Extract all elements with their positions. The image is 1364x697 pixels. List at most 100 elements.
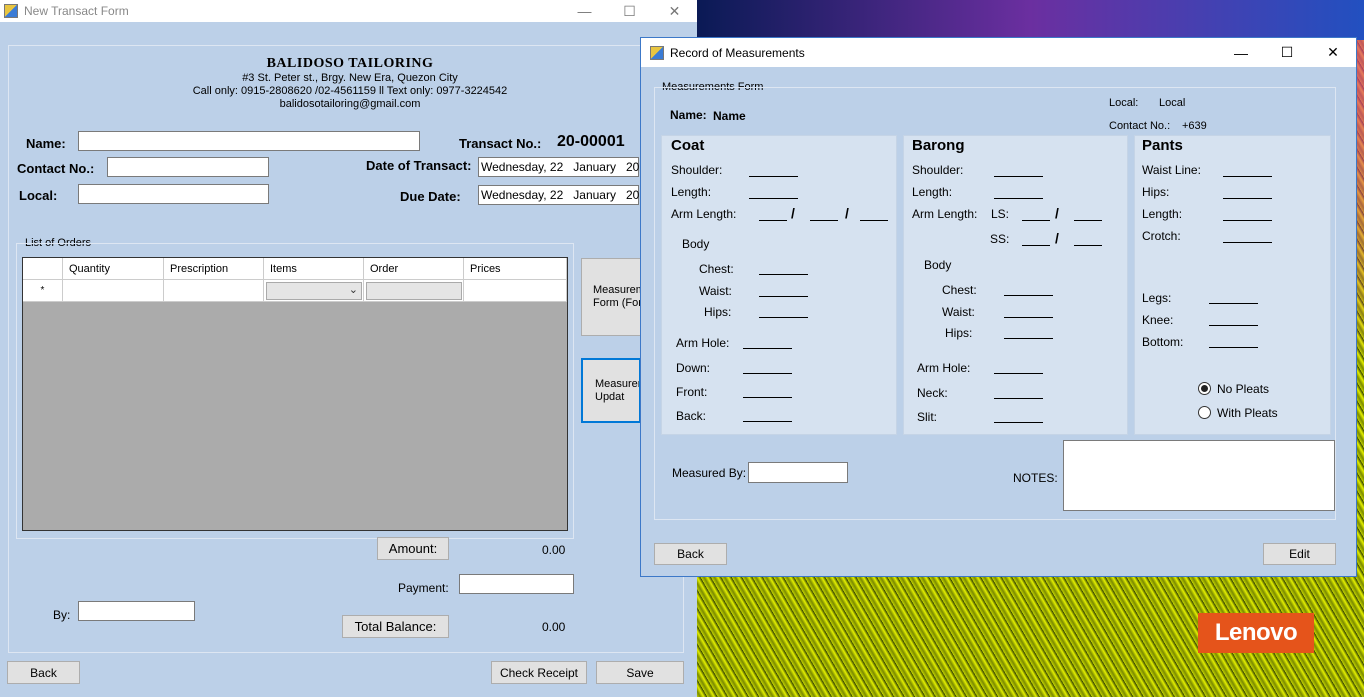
barong-neck-field[interactable]	[994, 398, 1043, 399]
maximize-icon[interactable]: ☐	[607, 0, 652, 22]
coat-waist-field[interactable]	[759, 296, 808, 297]
by-input[interactable]	[78, 601, 195, 621]
coat-hips-field[interactable]	[759, 317, 808, 318]
amount-button[interactable]: Amount:	[377, 537, 449, 560]
lenovo-logo: Lenovo	[1198, 613, 1314, 653]
minimize-icon[interactable]: —	[1218, 38, 1264, 67]
measured-by-input[interactable]	[748, 462, 848, 483]
chevron-down-icon: ⌄	[348, 284, 358, 296]
pants-length-field[interactable]	[1223, 220, 1272, 221]
coat-shoulder-field[interactable]	[749, 176, 798, 177]
coat-back-field[interactable]	[743, 421, 792, 422]
barong-ss-field-2[interactable]	[1074, 245, 1102, 246]
notes-textarea[interactable]	[1063, 440, 1335, 511]
barong-hips-field[interactable]	[1004, 338, 1053, 339]
local-value: Local	[1159, 97, 1186, 109]
app-icon	[4, 4, 18, 18]
pants-bottom-field[interactable]	[1209, 347, 1258, 348]
back-button[interactable]: Back	[7, 661, 80, 684]
cell-prices[interactable]	[464, 280, 567, 302]
barong-chest-field[interactable]	[1004, 295, 1053, 296]
coat-down-field[interactable]	[743, 373, 792, 374]
barong-waist-label: Waist:	[942, 305, 975, 319]
coat-arm-length-field-2[interactable]	[810, 220, 838, 221]
coat-length-label: Length:	[671, 185, 712, 199]
no-pleats-label: No Pleats	[1217, 382, 1270, 396]
check-receipt-button[interactable]: Check Receipt	[491, 661, 587, 684]
pants-crotch-field[interactable]	[1223, 242, 1272, 243]
desktop-wallpaper-band	[697, 0, 1364, 40]
shop-email: balidosotailoring@gmail.com	[279, 98, 421, 110]
measurement-form-button[interactable]: Measurem Form (For	[581, 258, 641, 336]
due-date-picker[interactable]: Wednesday, 22 January 2020	[478, 185, 653, 205]
back-button[interactable]: Back	[654, 543, 727, 565]
coat-chest-label: Chest:	[699, 262, 734, 276]
grid-col-items[interactable]: Items	[264, 258, 364, 280]
pants-crotch-label: Crotch:	[1142, 229, 1181, 243]
coat-chest-field[interactable]	[759, 274, 808, 275]
pants-waist-line-label: Waist Line:	[1142, 163, 1201, 177]
grid-col-order[interactable]: Order	[364, 258, 464, 280]
payment-input[interactable]	[459, 574, 574, 594]
barong-ss-field-1[interactable]	[1022, 245, 1050, 246]
shop-name: BALIDOSO TAILORING	[266, 56, 434, 71]
coat-length-field[interactable]	[749, 198, 798, 199]
pants-hips-field[interactable]	[1223, 198, 1272, 199]
slash-separator: /	[791, 205, 795, 221]
grid-col-prescription[interactable]: Prescription	[164, 258, 264, 280]
no-pleats-radio[interactable]	[1198, 382, 1211, 395]
barong-neck-label: Neck:	[917, 386, 948, 400]
barong-shoulder-field[interactable]	[994, 176, 1043, 177]
cell-prescription[interactable]	[164, 280, 264, 302]
barong-hips-label: Hips:	[945, 326, 973, 340]
maximize-icon[interactable]: ☐	[1264, 38, 1310, 67]
coat-arm-hole-field[interactable]	[743, 348, 792, 349]
pants-bottom-label: Bottom:	[1142, 335, 1184, 349]
edit-button[interactable]: Edit	[1263, 543, 1336, 565]
with-pleats-radio[interactable]	[1198, 406, 1211, 419]
total-balance-button[interactable]: Total Balance:	[342, 615, 449, 638]
date-of-transact-label: Date of Transact:	[366, 158, 472, 173]
pants-knee-field[interactable]	[1209, 325, 1258, 326]
coat-arm-length-field-1[interactable]	[759, 220, 787, 221]
coat-section: Coat Shoulder: Length: Arm Length: / / B…	[661, 135, 897, 435]
close-icon[interactable]: ✕	[1310, 38, 1356, 67]
barong-arm-length-label: Arm Length:	[912, 207, 978, 221]
barong-length-label: Length:	[912, 185, 953, 199]
coat-shoulder-label: Shoulder:	[671, 163, 723, 177]
pants-legs-field[interactable]	[1209, 303, 1258, 304]
contact-input[interactable]	[107, 157, 269, 177]
barong-slit-field[interactable]	[994, 422, 1043, 423]
pants-waist-line-field[interactable]	[1223, 176, 1272, 177]
total-balance-value: 0.00	[542, 620, 566, 634]
close-icon[interactable]: ✕	[652, 0, 697, 22]
barong-arm-hole-field[interactable]	[994, 373, 1043, 374]
measurement-update-button[interactable]: Measurem Updat	[581, 358, 641, 423]
name-label: Name:	[26, 136, 66, 151]
date-of-transact-picker[interactable]: Wednesday, 22 January 2020	[478, 157, 653, 177]
cell-items-combobox[interactable]: ⌄	[264, 280, 364, 302]
coat-front-field[interactable]	[743, 397, 792, 398]
save-button[interactable]: Save	[596, 661, 684, 684]
barong-waist-field[interactable]	[1004, 317, 1053, 318]
coat-hips-label: Hips:	[704, 305, 732, 319]
with-pleats-label: With Pleats	[1217, 406, 1278, 420]
orders-grid[interactable]: Quantity Prescription Items Order Prices…	[22, 257, 568, 531]
barong-ls-field-1[interactable]	[1022, 220, 1050, 221]
pants-legs-label: Legs:	[1142, 291, 1172, 305]
measurements-window: Record of Measurements — ☐ ✕ Measurement…	[640, 37, 1357, 577]
name-input[interactable]	[78, 131, 420, 151]
pants-section: Pants Waist Line: Hips: Length: Crotch: …	[1134, 135, 1331, 435]
grid-col-prices[interactable]: Prices	[464, 258, 567, 280]
minimize-icon[interactable]: —	[562, 0, 607, 22]
coat-arm-length-field-3[interactable]	[860, 220, 888, 221]
app-icon	[650, 45, 664, 60]
local-input[interactable]	[78, 184, 269, 204]
grid-col-quantity[interactable]: Quantity	[63, 258, 164, 280]
cell-quantity[interactable]	[63, 280, 164, 302]
barong-length-field[interactable]	[994, 198, 1043, 199]
notes-label: NOTES:	[1013, 471, 1058, 485]
barong-ls-field-2[interactable]	[1074, 220, 1102, 221]
cell-order[interactable]	[364, 280, 464, 302]
barong-slit-label: Slit:	[917, 410, 938, 424]
